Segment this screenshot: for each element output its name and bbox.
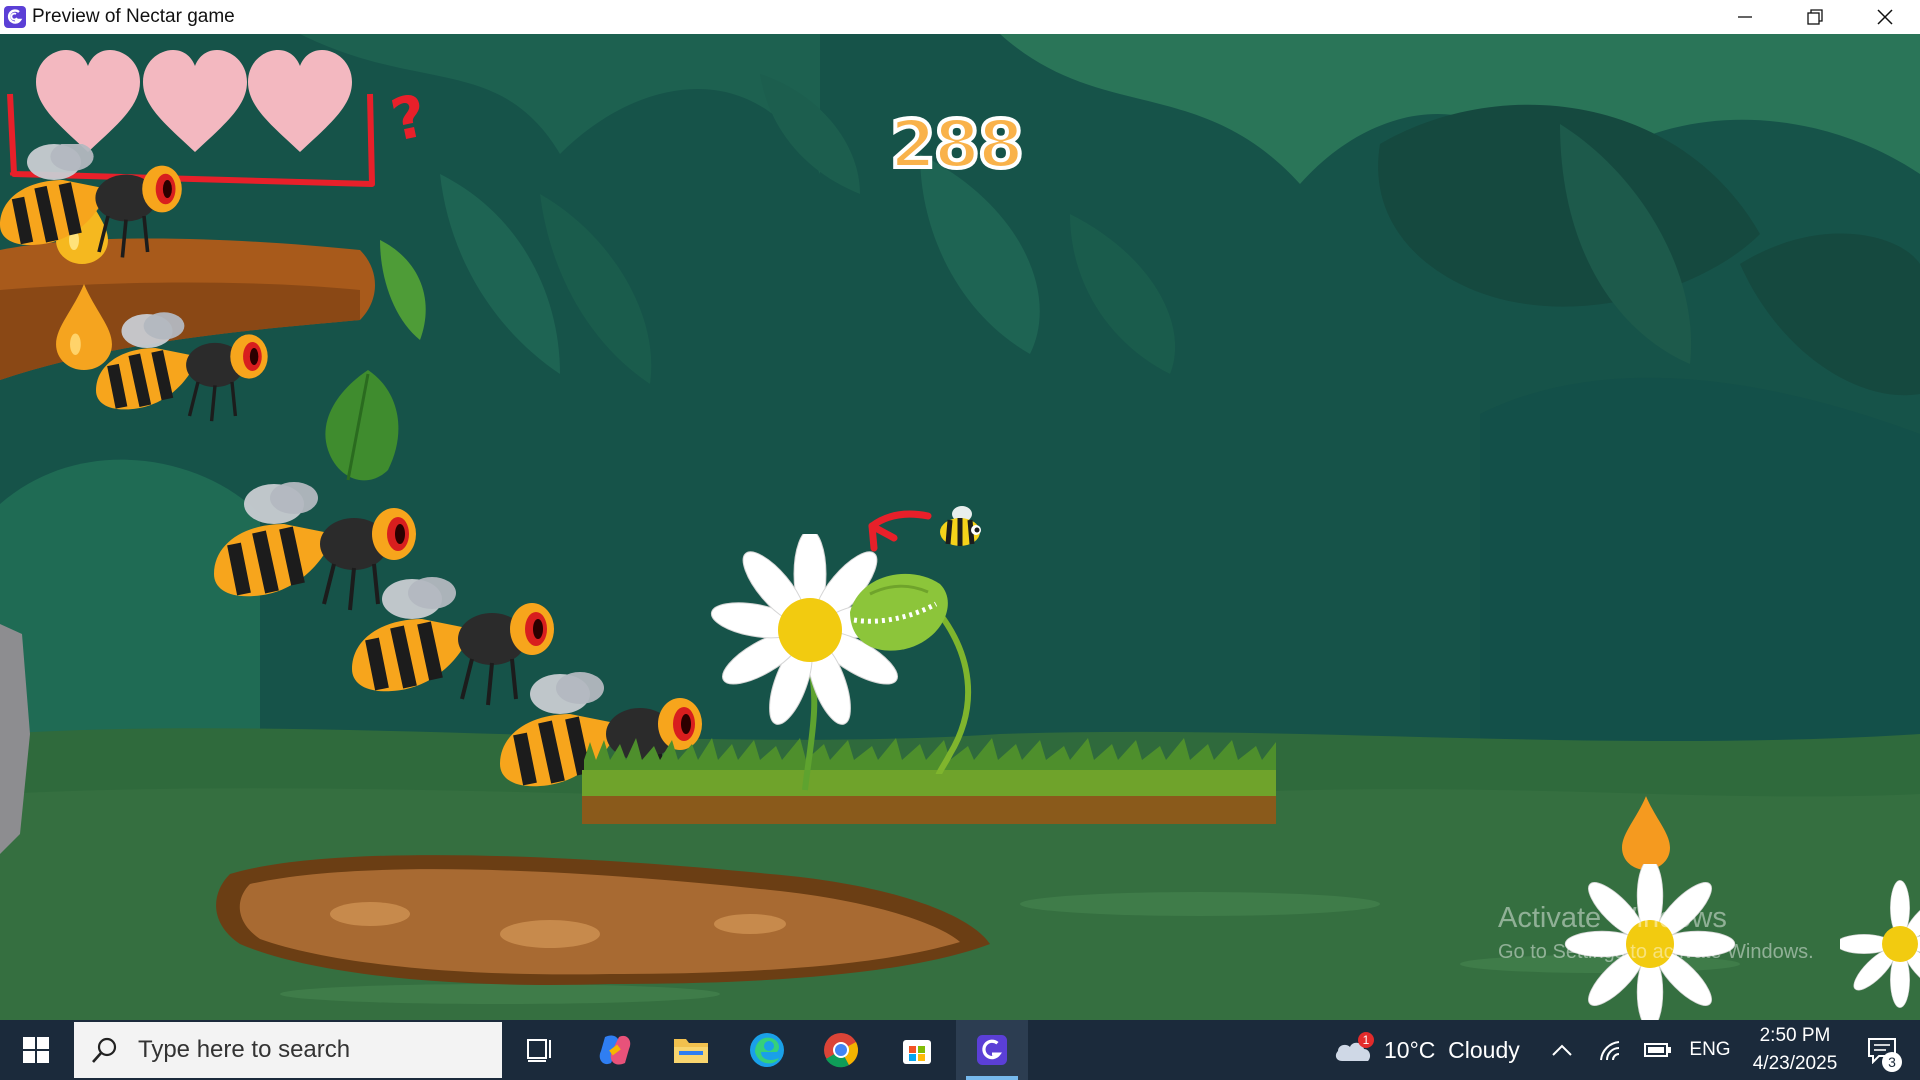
restore-icon (1807, 9, 1823, 25)
restore-button[interactable] (1780, 0, 1850, 34)
edge-browser-icon (750, 1033, 784, 1067)
store-icon (903, 1040, 931, 1064)
score-counter: 288 (888, 104, 1026, 185)
input-language-button[interactable]: ENG (1684, 1020, 1736, 1080)
task-view-icon (527, 1039, 551, 1062)
gdevelop-logo-icon (977, 1035, 1007, 1065)
game-canvas[interactable]: ? 288 Activate Windows Go to Settings to… (0, 34, 1920, 1020)
clock-time: 2:50 PM (1759, 1025, 1831, 1046)
watermark-subtitle: Go to Settings to activate Windows. (1498, 941, 1814, 963)
close-button[interactable] (1850, 0, 1920, 34)
clock-date: 4/23/2025 (1752, 1053, 1838, 1074)
taskbar-chrome[interactable] (808, 1020, 874, 1080)
battery-button[interactable] (1638, 1020, 1678, 1080)
daisy-flower (1840, 880, 1920, 1008)
watermark-title: Activate Windows (1498, 902, 1727, 934)
window-title: Preview of Nectar game (32, 6, 235, 27)
task-view-button[interactable] (506, 1020, 572, 1080)
taskbar-edge[interactable] (734, 1020, 800, 1080)
language-indicator: ENG (1689, 1039, 1731, 1060)
chevron-up-icon (1552, 1044, 1572, 1056)
flytrap-plant (850, 573, 972, 774)
taskbar: Type here to search 1 10°C Cloudy ENG 2:… (0, 1020, 1920, 1080)
start-button[interactable] (0, 1020, 72, 1080)
show-hidden-icons-button[interactable] (1542, 1020, 1582, 1080)
close-icon (1877, 9, 1893, 25)
weather-widget[interactable]: 1 10°C Cloudy (1334, 1020, 1530, 1080)
wifi-icon (1600, 1041, 1620, 1061)
player-bee (940, 506, 981, 546)
gdevelop-logo-icon (4, 6, 26, 28)
chrome-browser-icon (824, 1033, 858, 1068)
taskbar-search-box[interactable]: Type here to search (74, 1022, 502, 1078)
battery-icon (1644, 1043, 1671, 1057)
taskbar-gdevelop[interactable] (956, 1020, 1028, 1080)
activate-windows-watermark: Activate Windows Go to Settings to activ… (1498, 902, 1814, 964)
active-app-indicator (966, 1076, 1018, 1080)
clock-button[interactable]: 2:50 PM 4/23/2025 (1740, 1020, 1850, 1080)
search-icon (92, 1037, 117, 1063)
notification-center-button[interactable]: 3 (1852, 1020, 1912, 1080)
search-placeholder: Type here to search (138, 1036, 351, 1063)
notification-count: 3 (1882, 1052, 1902, 1072)
annotation-arrow (868, 510, 932, 552)
weather-text: 10°C Cloudy (1384, 1036, 1520, 1063)
copilot-icon (599, 1035, 631, 1065)
weather-badge: 1 (1358, 1032, 1374, 1048)
network-button[interactable] (1590, 1020, 1630, 1080)
taskbar-file-explorer[interactable] (658, 1020, 724, 1080)
taskbar-microsoft-store[interactable] (884, 1020, 950, 1080)
minimize-icon (1738, 16, 1752, 18)
minimize-button[interactable] (1710, 0, 1780, 34)
leaf-icon (325, 370, 399, 481)
folder-icon (674, 1039, 708, 1063)
windows-logo-icon (23, 1037, 49, 1063)
taskbar-copilot[interactable] (582, 1020, 648, 1080)
nectar-drop-icon (1622, 796, 1670, 870)
window-title-bar[interactable]: Preview of Nectar game (0, 0, 1920, 34)
